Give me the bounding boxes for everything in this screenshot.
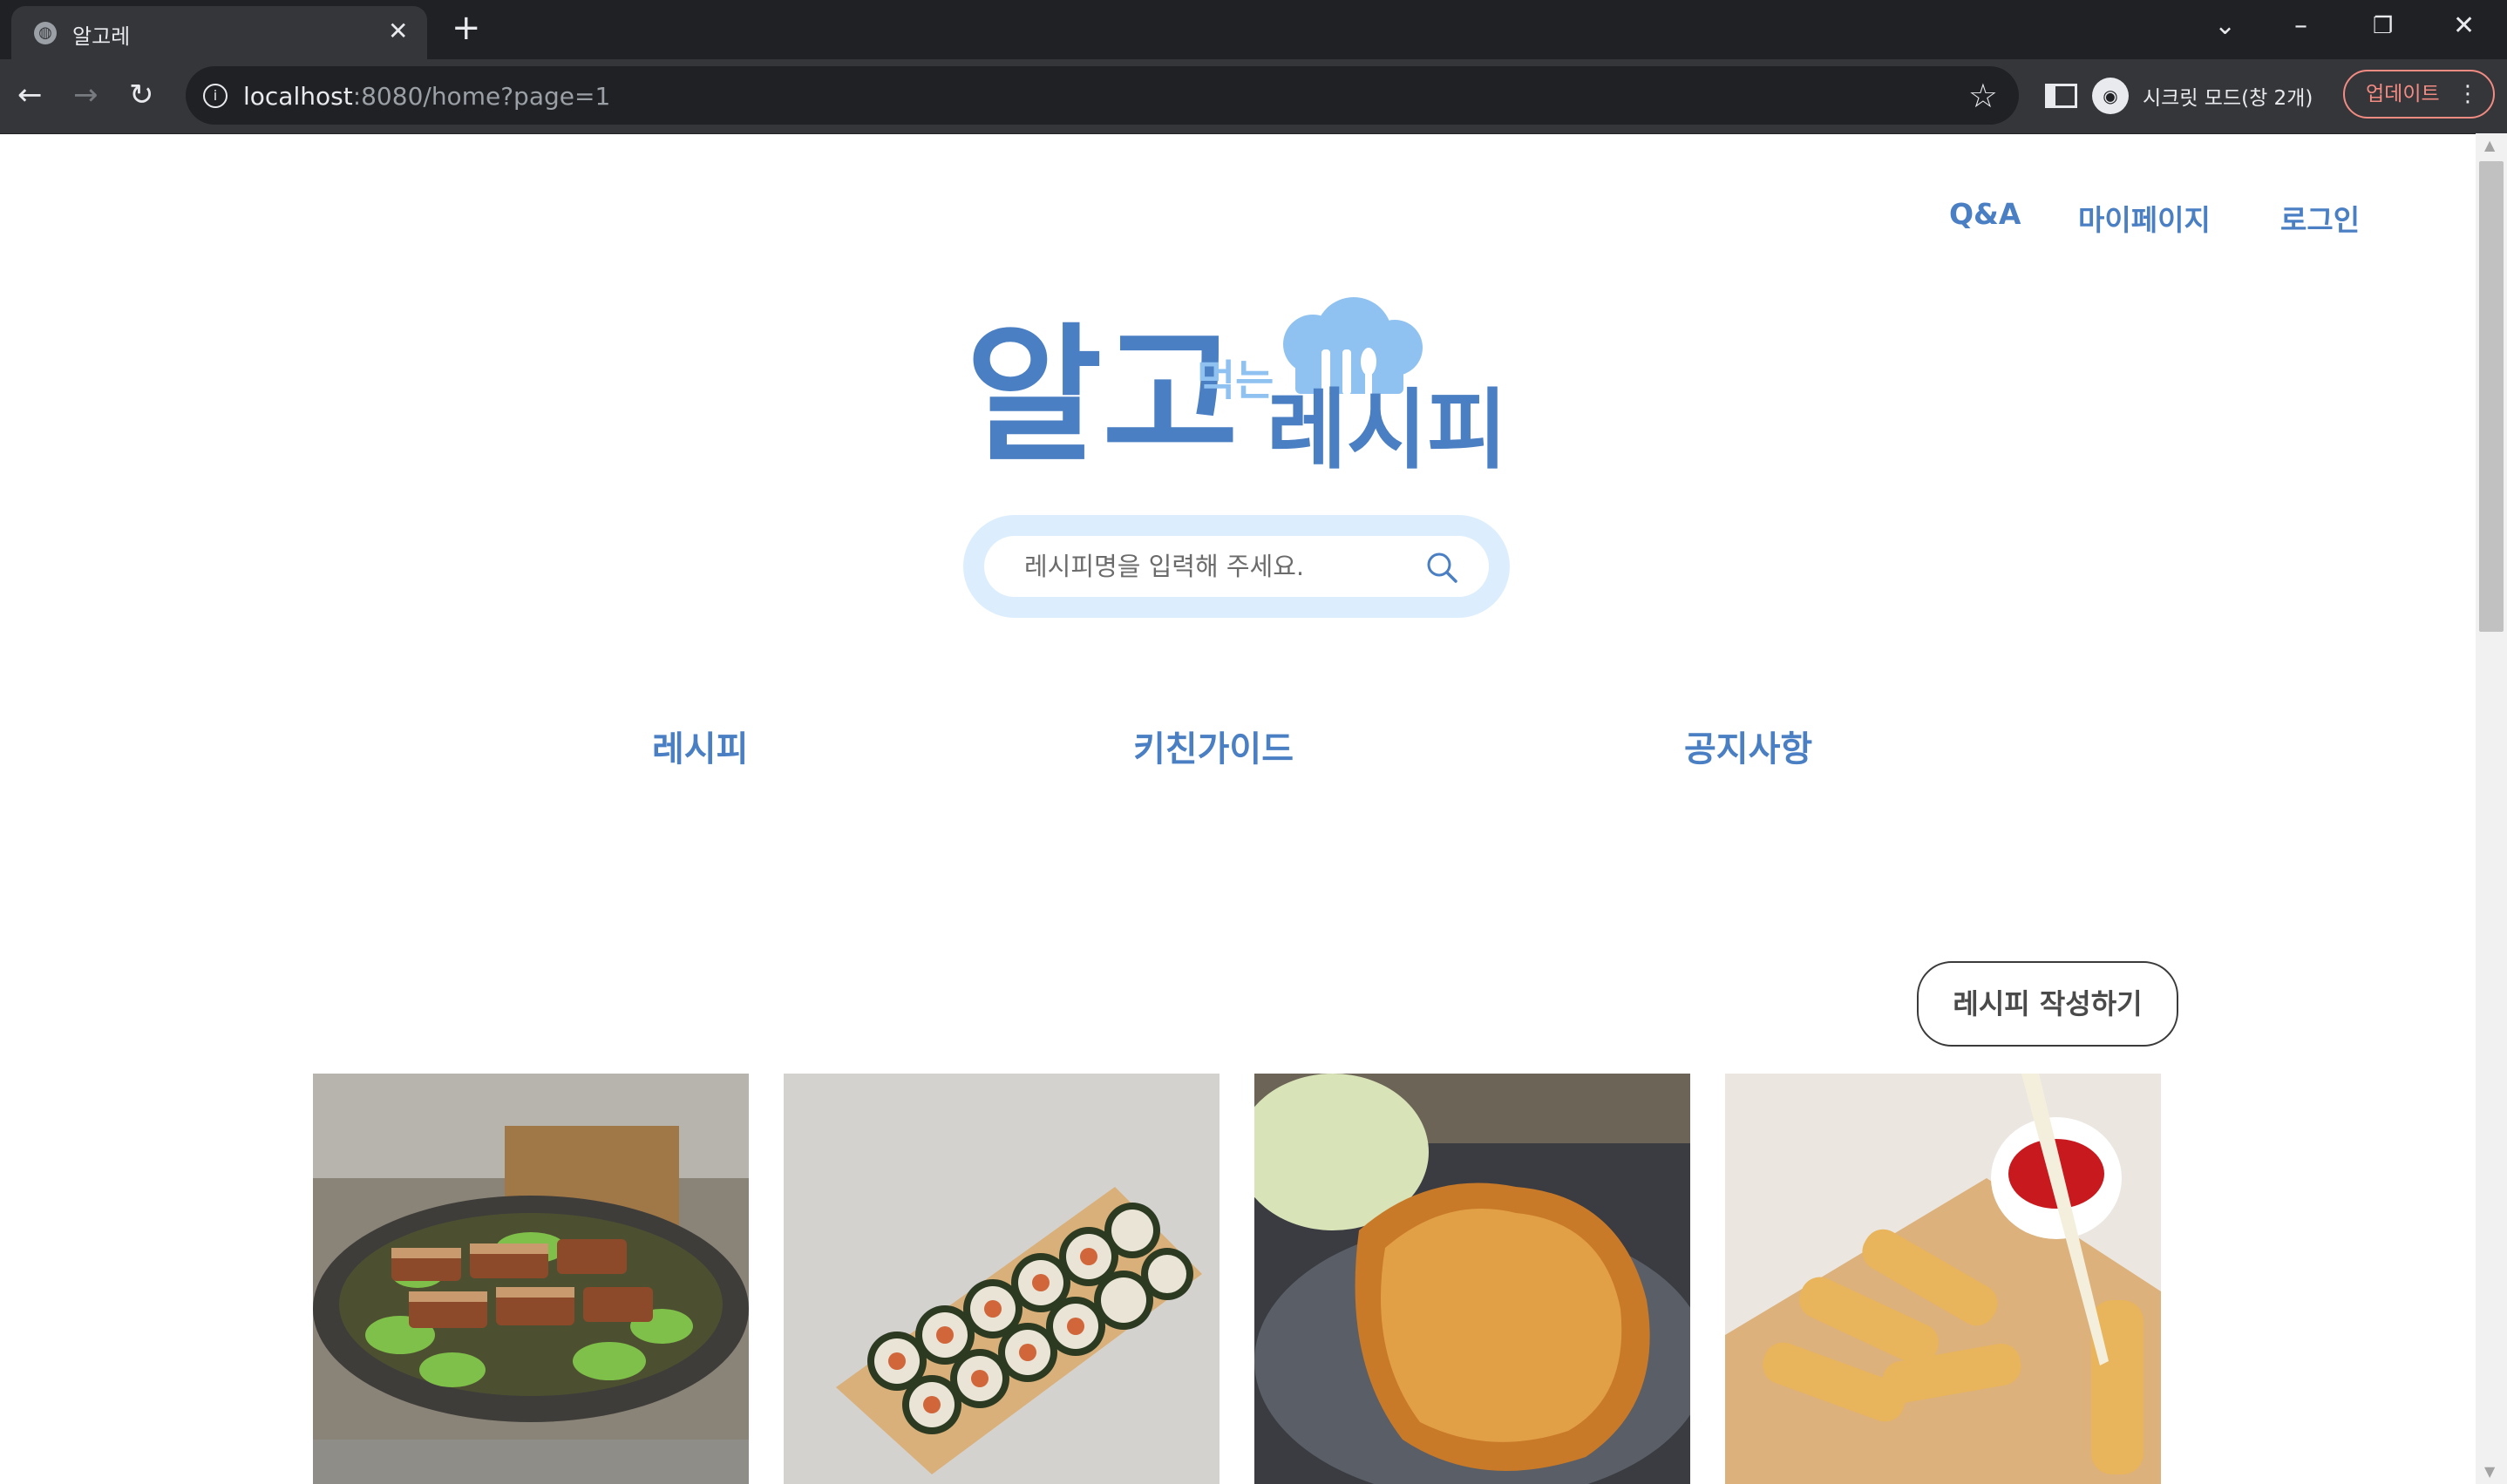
reload-icon[interactable]: ↻ (129, 77, 154, 113)
minimize-icon[interactable]: – (2294, 9, 2307, 44)
new-tab-icon[interactable]: + (452, 9, 481, 47)
scrollbar-thumb[interactable] (2479, 161, 2504, 632)
back-icon[interactable]: ← (17, 77, 43, 113)
recipe-card-pork-cutlet[interactable] (1254, 1074, 1690, 1484)
more-menu-icon[interactable]: ⋮ (2456, 71, 2479, 117)
search-icon[interactable] (1424, 550, 1459, 585)
scroll-down-icon[interactable]: ▼ (2484, 1463, 2495, 1480)
address-bar[interactable]: i localhost:8080/home?page=1 ☆ (186, 66, 2019, 125)
incognito-indicator[interactable]: ◉ 시크릿 모드(창 2개) (2092, 70, 2313, 122)
recipe-card-kimbap[interactable] (784, 1074, 1220, 1484)
close-tab-icon[interactable]: ✕ (388, 17, 408, 45)
restore-icon[interactable]: ❐ (2373, 9, 2393, 44)
browser-toolbar: ← → ↻ i localhost:8080/home?page=1 ☆ ◉ 시… (0, 59, 2507, 134)
menu-notice[interactable]: 공지사항 (1684, 721, 1812, 771)
nav-mypage[interactable]: 마이페이지 (2078, 197, 2211, 239)
page-scrollbar[interactable]: ▲ ▼ (2476, 133, 2507, 1484)
search-input[interactable] (1024, 536, 1408, 597)
url-text[interactable]: localhost:8080/home?page=1 (243, 82, 610, 111)
menu-recipe[interactable]: 레시피 (652, 721, 748, 771)
browser-tab[interactable]: ◍ 알고레 ✕ (11, 6, 427, 59)
incognito-label: 시크릿 모드(창 2개) (2143, 87, 2313, 110)
logo-text-recipe: 레시피 (1267, 379, 1506, 479)
update-button[interactable]: 업데이트 ⋮ (2343, 70, 2495, 119)
side-panel-icon[interactable] (2045, 84, 2077, 108)
forward-icon[interactable]: → (73, 77, 99, 113)
nav-login[interactable]: 로그인 (2280, 197, 2360, 239)
write-recipe-button[interactable]: 레시피 작성하기 (1917, 961, 2178, 1047)
scroll-up-icon[interactable]: ▲ (2484, 137, 2495, 153)
window-close-icon[interactable]: ✕ (2453, 9, 2475, 44)
bookmark-star-icon[interactable]: ☆ (1968, 77, 1998, 115)
globe-icon: ◍ (34, 22, 57, 44)
incognito-icon: ◉ (2092, 78, 2129, 114)
search-field-box (984, 536, 1489, 597)
tab-title: 알고레 (72, 24, 131, 49)
update-label: 업데이트 (2366, 83, 2440, 105)
site-logo[interactable]: 알고 먹는 레시피 (966, 292, 1506, 479)
browser-tab-bar: ◍ 알고레 ✕ + ⌄ – ❐ ✕ (0, 0, 2507, 59)
site-info-icon[interactable]: i (203, 84, 228, 108)
recipe-card-pork-belly[interactable] (313, 1074, 749, 1484)
search-bar (963, 515, 1510, 618)
recipe-card-cheese-sticks[interactable] (1725, 1074, 2161, 1484)
nav-qna[interactable]: Q&A (1949, 197, 2021, 231)
logo-text-small: 먹는 (1197, 356, 1274, 405)
tab-search-icon[interactable]: ⌄ (2214, 9, 2236, 44)
menu-kitchen-guide[interactable]: 키친가이드 (1133, 721, 1294, 771)
